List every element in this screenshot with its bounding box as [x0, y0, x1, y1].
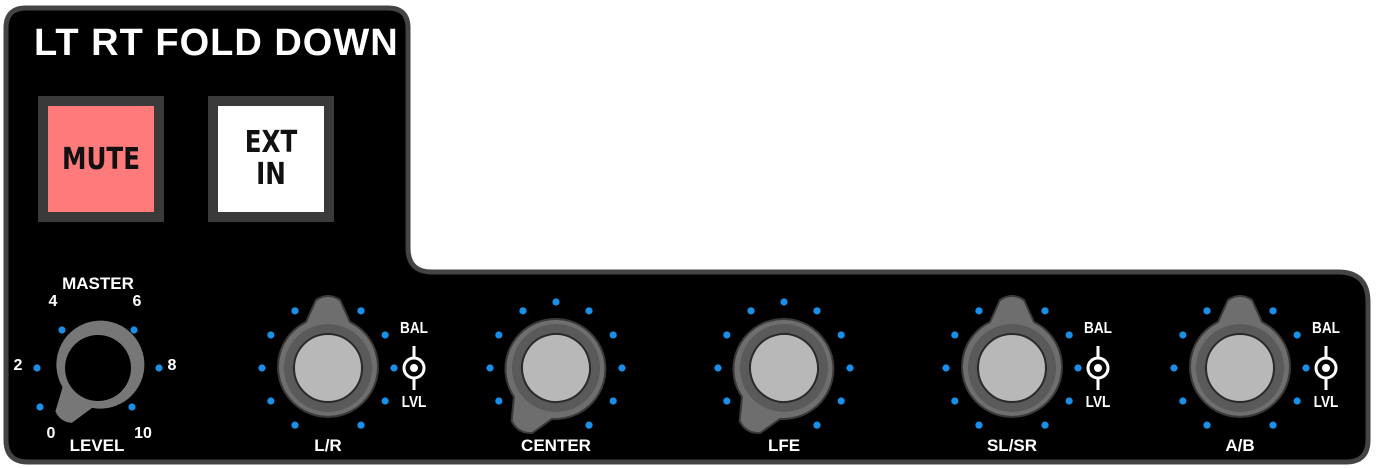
ext-in-line-2: IN — [256, 157, 286, 192]
knob-center-led-7 — [609, 331, 617, 339]
switch-slsr-toggle-center — [1094, 364, 1102, 372]
switch-ab-toggle-center — [1322, 364, 1330, 372]
switch-lr-toggle-center — [410, 364, 418, 372]
knob-lr-led-8 — [390, 364, 398, 372]
knob-lfe-led-2 — [714, 364, 722, 372]
knob-center-led-6 — [585, 307, 593, 315]
knob-ab-led-4 — [1203, 307, 1211, 315]
knob-slsr-led-1 — [951, 397, 959, 405]
switch-lr-bal-label: BAL — [400, 320, 428, 337]
knob-slsr-led-9 — [1065, 397, 1073, 405]
panel-background — [3, 5, 1371, 465]
knob-center-led-2 — [486, 364, 494, 372]
switch-ab-bal-label: BAL — [1312, 320, 1340, 337]
knob-ab-led-2 — [1170, 364, 1178, 372]
switch-slsr-lvl-label: LVL — [1085, 394, 1111, 411]
ext-in-button[interactable]: EXT IN — [218, 106, 324, 212]
knob-slsr-led-0 — [975, 421, 983, 429]
knob-ab-led-8 — [1302, 364, 1310, 372]
knob-ab-led-6 — [1269, 307, 1277, 315]
mute-label: MUTE — [61, 141, 141, 177]
knob-center-led-5 — [552, 298, 560, 306]
knob-center-led-10 — [585, 421, 593, 429]
knob-slsr-led-8 — [1074, 364, 1082, 372]
knob-label-lr: L/R — [314, 436, 342, 455]
switch-ab-lvl-label: LVL — [1313, 394, 1339, 411]
knob-center-led-4 — [519, 307, 527, 315]
knob-lfe-led-4 — [747, 307, 755, 315]
switch-slsr-bal-label: BAL — [1084, 320, 1112, 337]
ext-in-line-1: EXT — [244, 125, 298, 160]
knob-lfe-led-10 — [813, 421, 821, 429]
knob-slsr-led-7 — [1065, 331, 1073, 339]
knob-ab-led-3 — [1179, 331, 1187, 339]
knob-slsr-led-2 — [942, 364, 950, 372]
knob-lr-led-9 — [381, 397, 389, 405]
knob-lfe-led-7 — [837, 331, 845, 339]
master-tick-4: 4 — [48, 293, 58, 310]
master-label: MASTER — [62, 274, 134, 293]
knob-label-ab: A/B — [1225, 436, 1255, 455]
level-label: LEVEL — [69, 436, 125, 455]
knob-slsr-led-3 — [951, 331, 959, 339]
knob-ab-led-10 — [1269, 421, 1277, 429]
knob-lfe-led-1 — [723, 397, 731, 405]
knob-lr-led-1 — [267, 397, 275, 405]
master-tick-10: 10 — [134, 425, 152, 442]
master-led-2 — [58, 326, 66, 334]
knob-label-center: CENTER — [521, 436, 591, 455]
master-led-5 — [128, 403, 136, 411]
knob-center-led-8 — [618, 364, 626, 372]
knob-ab-led-1 — [1179, 397, 1187, 405]
mute-button[interactable]: MUTE — [48, 106, 154, 212]
knob-center-led-1 — [495, 397, 503, 405]
knob-center-led-3 — [495, 331, 503, 339]
master-led-4 — [155, 364, 163, 372]
master-led-1 — [33, 364, 41, 372]
knob-label-slsr: SL/SR — [986, 436, 1038, 455]
knob-lr-led-6 — [357, 307, 365, 315]
knob-center-led-9 — [609, 397, 617, 405]
knob-lfe-led-5 — [780, 298, 788, 306]
knob-lfe-led-3 — [723, 331, 731, 339]
knob-slsr-led-4 — [975, 307, 983, 315]
master-led-0 — [36, 403, 44, 411]
knob-slsr-led-6 — [1041, 307, 1049, 315]
knob-lr-led-10 — [357, 421, 365, 429]
master-tick-2: 2 — [13, 357, 23, 374]
knob-lfe-led-9 — [837, 397, 845, 405]
master-led-3 — [130, 326, 138, 334]
master-tick-8: 8 — [167, 357, 177, 374]
master-tick-6: 6 — [132, 293, 142, 310]
knob-label-lfe: LFE — [767, 436, 801, 455]
knob-ab-led-7 — [1293, 331, 1301, 339]
knob-ab-led-0 — [1203, 421, 1211, 429]
knob-lr-led-2 — [258, 364, 266, 372]
switch-lr-lvl-label: LVL — [401, 394, 427, 411]
knob-lfe-led-6 — [813, 307, 821, 315]
knob-ab-led-9 — [1293, 397, 1301, 405]
master-tick-0: 0 — [46, 425, 56, 442]
knob-slsr-led-10 — [1041, 421, 1049, 429]
knob-lr-led-4 — [291, 307, 299, 315]
knob-lr-led-0 — [291, 421, 299, 429]
ext-in-label: EXT IN — [228, 106, 315, 212]
knob-lfe-led-8 — [846, 364, 854, 372]
knob-lr-led-7 — [381, 331, 389, 339]
knob-lr-led-3 — [267, 331, 275, 339]
panel-title: LT RT FOLD DOWN — [34, 22, 399, 64]
